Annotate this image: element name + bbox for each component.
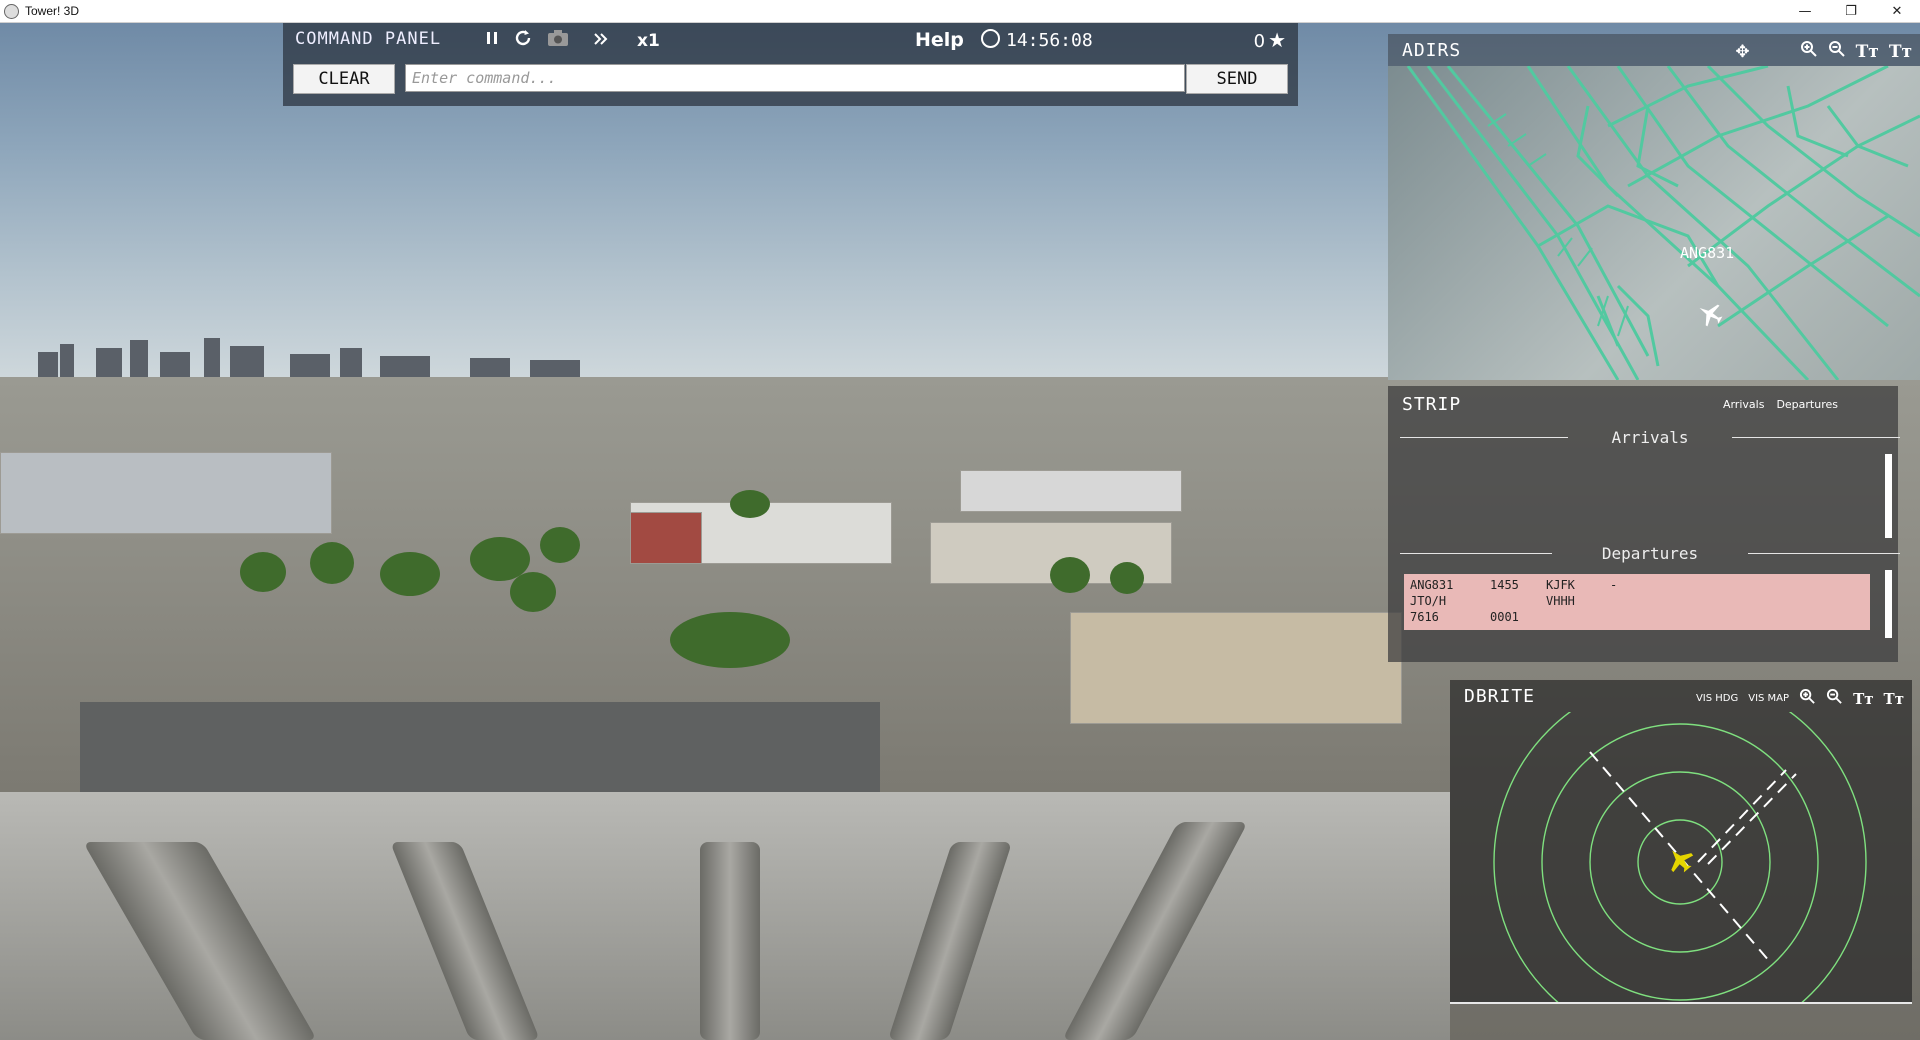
parking-garage bbox=[1070, 612, 1402, 724]
strip-aircraft-type: JTO/H bbox=[1410, 594, 1447, 608]
tree bbox=[670, 612, 790, 668]
skyline-building bbox=[130, 340, 148, 378]
window-titlebar: Tower! 3D — ❐ ✕ bbox=[0, 0, 1920, 23]
skyline-building bbox=[290, 354, 330, 378]
command-input[interactable]: Enter command... bbox=[405, 64, 1185, 92]
zoom-out-icon[interactable] bbox=[1826, 688, 1843, 709]
sim-speed[interactable]: x1 bbox=[637, 31, 660, 51]
text-size-decrease-icon[interactable]: Tт bbox=[1889, 42, 1912, 62]
skyline-building bbox=[340, 348, 362, 378]
adirs-title: ADIRS bbox=[1402, 40, 1462, 61]
brick-building bbox=[630, 512, 702, 564]
strip-time: 1455 bbox=[1490, 578, 1519, 592]
tree bbox=[310, 542, 354, 584]
tree bbox=[240, 552, 286, 592]
terminal-building bbox=[0, 452, 332, 534]
skyline-building bbox=[96, 348, 122, 378]
strip-origin: KJFK bbox=[1546, 578, 1575, 592]
zoom-in-icon[interactable] bbox=[1799, 688, 1816, 709]
zoom-out-icon[interactable] bbox=[1828, 40, 1846, 63]
roof-arch bbox=[700, 842, 760, 1040]
command-panel: COMMAND PANEL x1 Help 14:56:08 0 ★ CLEAR … bbox=[283, 22, 1298, 106]
move-icon[interactable]: ✥ bbox=[1735, 42, 1749, 62]
minimize-button[interactable]: — bbox=[1782, 0, 1828, 22]
skyline-building bbox=[470, 358, 510, 378]
score-value: 0 bbox=[1253, 31, 1266, 52]
strip-destination: VHHH bbox=[1546, 594, 1575, 608]
text-size-increase-icon[interactable]: Tт bbox=[1853, 690, 1873, 708]
departures-header-label: Departures bbox=[1601, 544, 1699, 563]
arrivals-header-label: Arrivals bbox=[1611, 428, 1689, 447]
radar-target-icon[interactable] bbox=[1662, 842, 1697, 877]
arrivals-section-header: Arrivals bbox=[1400, 428, 1900, 447]
dbrite-panel: DBRITE VIS HDG VIS MAP Tт Tт bbox=[1450, 675, 1912, 1040]
text-size-increase-icon[interactable]: Tт bbox=[1856, 42, 1879, 62]
command-panel-title: COMMAND PANEL bbox=[295, 29, 442, 49]
app-icon bbox=[4, 3, 19, 19]
skyline-building bbox=[38, 352, 58, 378]
adirs-aircraft-label[interactable]: ANG831 bbox=[1680, 244, 1734, 262]
tab-arrivals[interactable]: Arrivals bbox=[1723, 398, 1764, 411]
refresh-icon[interactable] bbox=[513, 28, 533, 53]
vis-map-button[interactable]: VIS MAP bbox=[1748, 693, 1789, 704]
tree bbox=[1050, 557, 1090, 593]
dbrite-radar[interactable] bbox=[1450, 675, 1912, 1040]
strip-panel: STRIP Arrivals Departures Arrivals Depar… bbox=[1388, 386, 1900, 662]
help-button[interactable]: Help bbox=[915, 29, 964, 51]
camera-icon[interactable] bbox=[547, 29, 569, 52]
pause-icon[interactable] bbox=[485, 30, 499, 51]
parking-lot bbox=[80, 702, 880, 792]
zoom-in-icon[interactable] bbox=[1800, 40, 1818, 63]
fast-forward-icon[interactable] bbox=[593, 31, 609, 51]
skyline-building bbox=[380, 356, 430, 378]
window-title: Tower! 3D bbox=[25, 4, 80, 18]
skyline-building bbox=[60, 344, 74, 378]
adirs-panel: ADIRS ✥ Tт Tт ANG831 bbox=[1388, 34, 1920, 380]
strip-code: 0001 bbox=[1490, 610, 1519, 624]
sim-clock: 14:56:08 bbox=[981, 29, 1093, 51]
adirs-map[interactable]: ANG831 bbox=[1388, 66, 1920, 380]
score: 0 ★ bbox=[1254, 28, 1286, 52]
skyline-building bbox=[230, 346, 264, 378]
text-size-decrease-icon[interactable]: Tт bbox=[1884, 690, 1904, 708]
clock-time: 14:56:08 bbox=[1006, 30, 1093, 51]
tab-departures[interactable]: Departures bbox=[1776, 398, 1838, 411]
arrivals-scrollbar[interactable] bbox=[1885, 454, 1892, 538]
send-button[interactable]: SEND bbox=[1186, 64, 1288, 94]
skyline-building bbox=[204, 338, 220, 378]
dbrite-title: DBRITE bbox=[1464, 686, 1536, 707]
terminal-building bbox=[960, 470, 1182, 512]
departures-scrollbar[interactable] bbox=[1885, 570, 1892, 638]
tree bbox=[540, 527, 580, 563]
restore-button[interactable]: ❐ bbox=[1828, 0, 1874, 22]
tree bbox=[380, 552, 440, 596]
departures-section-header: Departures bbox=[1400, 544, 1900, 563]
star-icon: ★ bbox=[1268, 28, 1286, 52]
tree bbox=[730, 490, 770, 518]
tree bbox=[510, 572, 556, 612]
skyline-building bbox=[160, 352, 190, 378]
tree bbox=[1110, 562, 1144, 594]
close-button[interactable]: ✕ bbox=[1874, 0, 1920, 22]
clock-icon bbox=[981, 29, 1000, 48]
strip-remark: - bbox=[1610, 578, 1618, 592]
strip-callsign: ANG831 bbox=[1410, 578, 1454, 592]
strip-squawk: 7616 bbox=[1410, 610, 1439, 624]
flight-strip-row[interactable]: ANG831 1455 KJFK - JTO/H VHHH 7616 0001 bbox=[1404, 574, 1870, 630]
strip-title: STRIP bbox=[1402, 394, 1462, 415]
clear-button[interactable]: CLEAR bbox=[293, 64, 395, 94]
skyline-building bbox=[530, 360, 580, 378]
vis-hdg-button[interactable]: VIS HDG bbox=[1696, 693, 1738, 704]
